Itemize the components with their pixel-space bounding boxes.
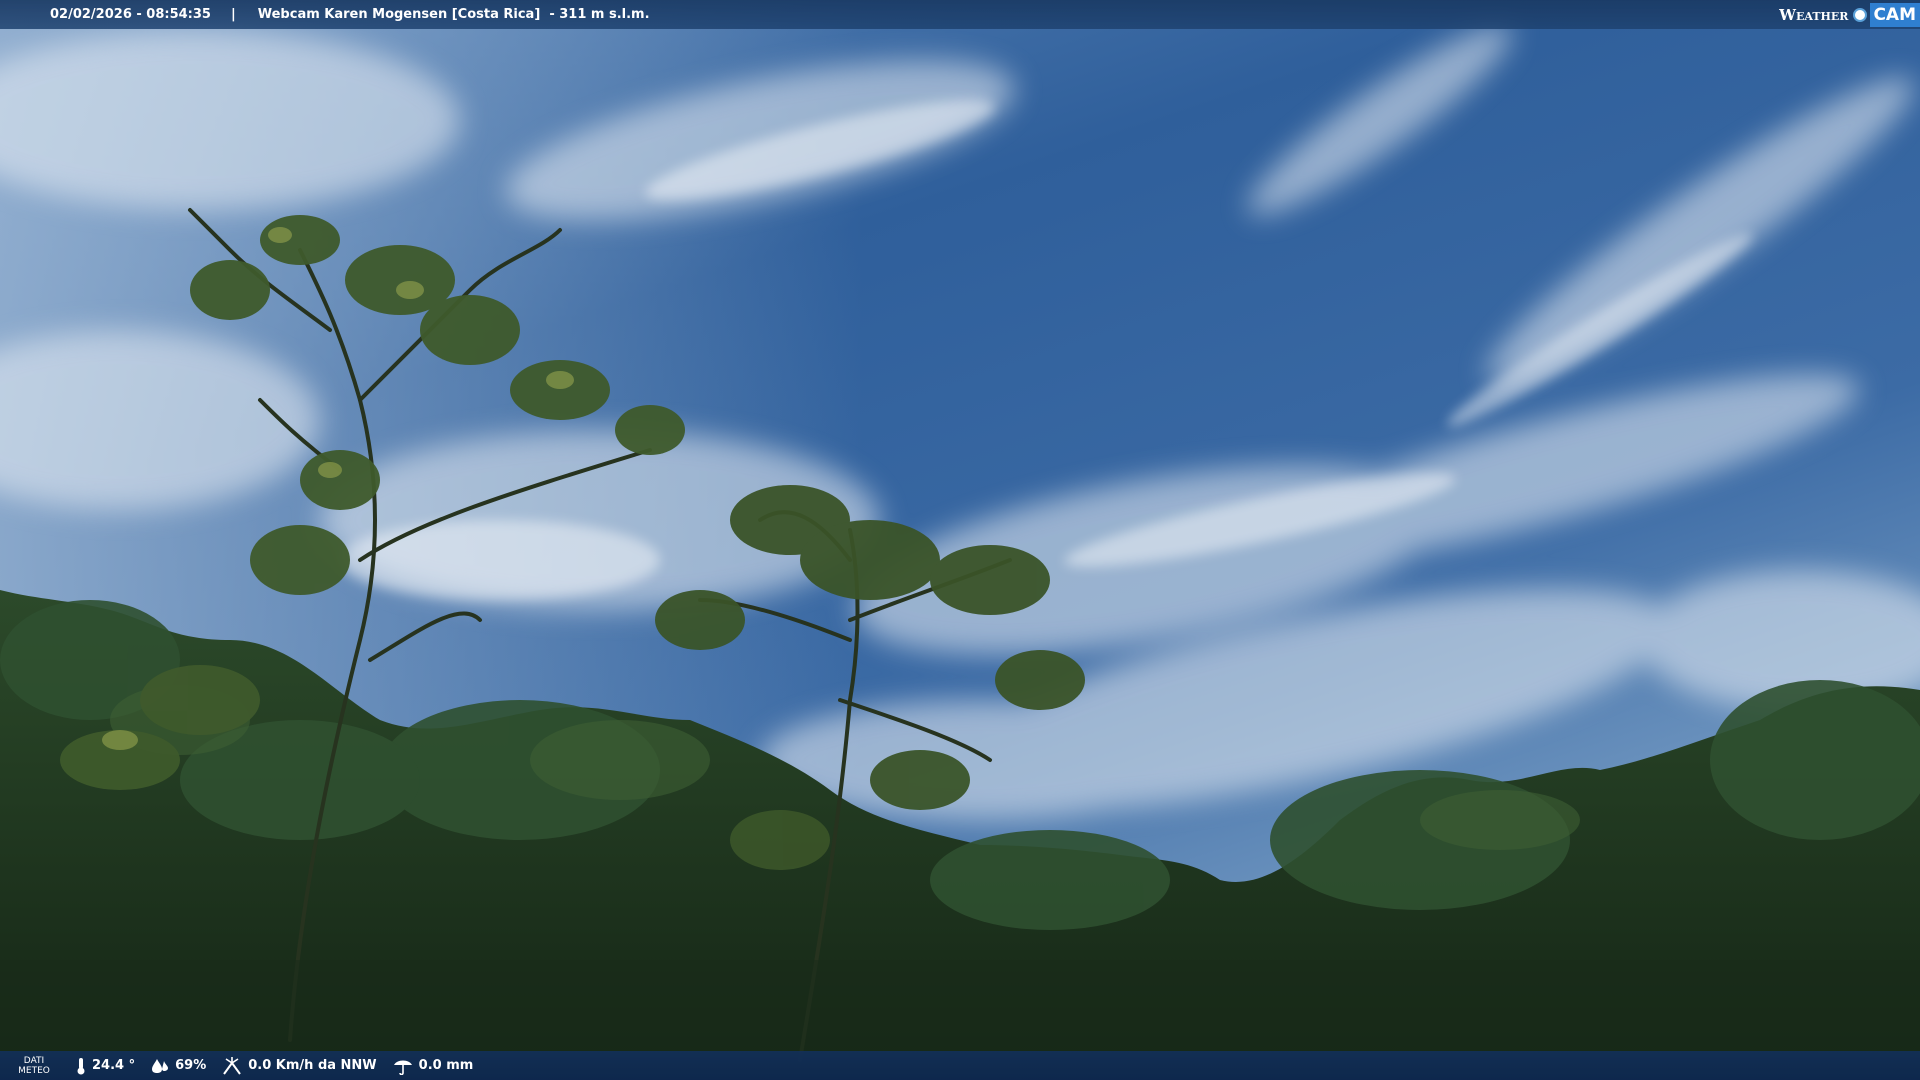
rain-value: 0.0 mm bbox=[418, 1058, 474, 1073]
sun-icon bbox=[1853, 7, 1868, 22]
temperature-value: 24.4 ° bbox=[92, 1058, 136, 1073]
rain-readout: 0.0 mm bbox=[393, 1057, 474, 1075]
wind-readout: 0.0 Km/h da NNW bbox=[222, 1056, 377, 1075]
camera-title: Webcam Karen Mogensen [Costa Rica] - 311… bbox=[257, 7, 650, 22]
humidity-drop-icon bbox=[152, 1058, 169, 1073]
timestamp: 02/02/2026 - 08:54:35 bbox=[50, 7, 211, 22]
rain-icon bbox=[393, 1060, 412, 1075]
logo-word: Weather bbox=[1779, 5, 1849, 24]
humidity-value: 69% bbox=[175, 1058, 207, 1073]
meteo-label-line1: DATI bbox=[23, 1055, 45, 1066]
bottom-weather-bar: DATI METEO 24.4 ° 69% 0.0 Km/h da NNW 0.… bbox=[0, 1051, 1920, 1080]
humidity-readout: 69% bbox=[151, 1058, 206, 1074]
top-overlay-bar: 02/02/2026 - 08:54:35 | Webcam Karen Mog… bbox=[0, 0, 1920, 29]
wind-value: 0.0 Km/h da NNW bbox=[248, 1058, 377, 1073]
webcam-image bbox=[0, 0, 1920, 1080]
title-separator: | bbox=[230, 7, 236, 22]
logo-cam: CAM bbox=[1870, 2, 1920, 27]
meteo-data-label: DATI METEO bbox=[8, 1056, 60, 1076]
wind-icon bbox=[223, 1056, 242, 1075]
temperature-readout: 24.4 ° bbox=[76, 1057, 135, 1075]
meteo-label-line2: METEO bbox=[18, 1065, 50, 1076]
thermometer-icon bbox=[77, 1057, 85, 1074]
weathercam-logo: Weather CAM bbox=[1779, 0, 1920, 29]
